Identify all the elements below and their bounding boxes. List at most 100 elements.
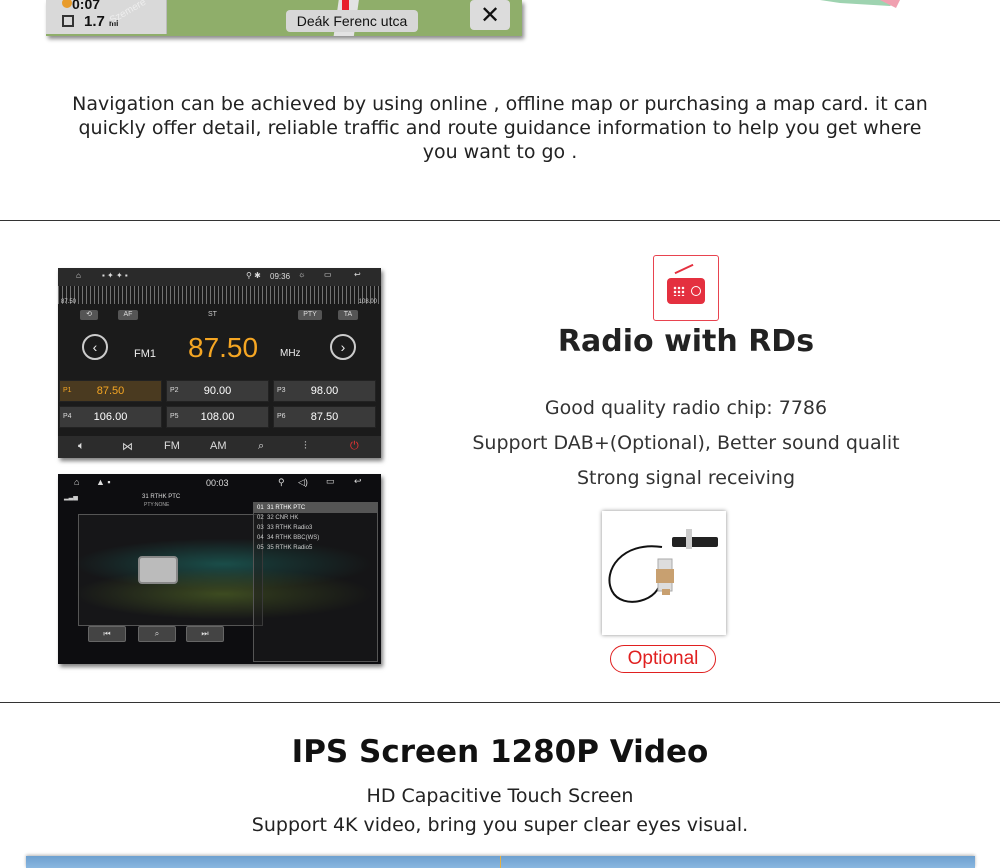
ta-button[interactable]: TA: [338, 310, 358, 320]
window-icon: ▭: [326, 476, 335, 486]
list-item[interactable]: 01 31 RTHK PTC: [254, 503, 377, 513]
seek-back-button[interactable]: ‹: [82, 334, 108, 360]
stereo-mono-icon[interactable]: ⋈: [122, 440, 133, 453]
search-button[interactable]: ⌕: [138, 626, 176, 642]
radio-app-screenshot: ⌂ ▪ ✦ ✦ ▪ ⚲ ✱ 09:36 ☼ ▭ ↩ 87.50 108.00 ⟲…: [58, 268, 381, 458]
preset-button-6[interactable]: P6 87.50: [273, 406, 376, 428]
brightness-icon: ☼: [298, 270, 306, 279]
notification-icons: ▪ ✦ ✦ ▪: [102, 271, 128, 280]
speaker-grill-icon: [673, 286, 685, 296]
seek-forward-button[interactable]: ›: [330, 334, 356, 360]
station-list: 01 31 RTHK PTC 02 32 CNR HK 03 33 RTHK R…: [253, 502, 378, 662]
mute-icon[interactable]: 🔈︎: [78, 440, 85, 453]
item-number: 03: [257, 525, 264, 531]
optional-badge: Optional: [610, 645, 716, 673]
af-button[interactable]: AF: [118, 310, 138, 320]
item-name: 34 RTHK BBC(WS): [267, 535, 320, 541]
list-item[interactable]: 04 34 RTHK BBC(WS): [254, 533, 377, 543]
status-bar: ⌂ ▲ ▪ 00:03 ⚲ ◁) ▭ ↩: [58, 474, 381, 492]
back-icon: ↩: [354, 270, 361, 279]
preset-value: 87.50: [96, 385, 125, 397]
home-icon: ⌂: [74, 477, 80, 487]
status-bar: ⌂ ▪ ✦ ✦ ▪ ⚲ ✱ 09:36 ☼ ▭ ↩: [58, 268, 381, 286]
status-time: 09:36: [270, 272, 291, 281]
nav-close-button[interactable]: ✕: [470, 0, 510, 34]
notification-icons: ▲ ▪: [96, 477, 111, 487]
ips-subtitle-1: HD Capacitive Touch Screen: [366, 785, 634, 807]
radio-feature-1: Good quality radio chip: 7786: [544, 397, 828, 419]
frequency-display: 87.50: [188, 332, 259, 363]
split-line: [500, 856, 501, 868]
radio-image: [138, 556, 178, 584]
antenna-graphic: [608, 529, 718, 603]
radio-feature-2: Support DAB+(Optional), Better sound qua…: [472, 432, 900, 454]
ips-section-title: IPS Screen 1280P Video: [291, 734, 709, 770]
volume-icon: ◁): [298, 477, 308, 487]
location-icon: ⚲ ✱: [246, 271, 261, 280]
item-name: 31 RTHK PTC: [267, 505, 306, 511]
radio-icon: [653, 255, 719, 321]
signal-icon: ▂▃▅: [64, 495, 78, 501]
dial-min: 87.50: [61, 299, 77, 305]
power-icon[interactable]: ⏻: [350, 440, 359, 453]
close-icon: ✕: [470, 0, 510, 30]
list-item[interactable]: 05 35 RTHK Radio5: [254, 543, 377, 553]
preset-value: 90.00: [203, 385, 232, 397]
home-icon: ⌂: [76, 271, 81, 280]
band-label: FM1: [134, 348, 156, 360]
flag-icon: [62, 15, 74, 27]
radio-feature-3: Strong signal receiving: [576, 467, 796, 489]
map-corner-graphic: [820, 0, 900, 8]
previous-button[interactable]: ⏮: [88, 626, 126, 642]
navigation-description: Navigation can be achieved by using onli…: [72, 93, 928, 163]
frequency-unit: MHz: [280, 348, 301, 359]
loop-button[interactable]: ⟲: [80, 310, 98, 320]
section-divider: [0, 220, 1000, 221]
radio-section-title: Radio with RDs: [557, 324, 815, 359]
dab-player-screenshot: ⌂ ▲ ▪ 00:03 ⚲ ◁) ▭ ↩ ▂▃▅ 31 RTHK PTC PTY…: [58, 474, 381, 664]
item-number: 02: [257, 515, 264, 521]
status-time: 00:03: [206, 478, 229, 488]
navigation-screenshot: 0:07 1.7 mi Szemere Deák Ferenc utca: [46, 0, 522, 36]
equalizer-icon[interactable]: ⫶: [304, 440, 307, 453]
radio-toolbar: 🔈︎ ⋈ FM AM ⌕ ⫶ ⏻: [58, 436, 381, 458]
preset-value: 87.50: [310, 411, 339, 423]
location-icon: ⚲: [278, 477, 285, 487]
item-number: 04: [257, 535, 264, 541]
back-icon: ↩: [354, 476, 362, 486]
preset-button-1[interactable]: P1 87.50: [59, 380, 162, 402]
ips-subtitle-2: Support 4K video, bring you super clear …: [251, 814, 749, 836]
section-divider: [0, 702, 1000, 703]
station-name: 31 RTHK PTC: [142, 494, 181, 500]
antenna-icon: [674, 263, 694, 275]
stereo-indicator: ST: [208, 311, 217, 318]
preset-button-5[interactable]: P5 108.00: [166, 406, 269, 428]
item-name: 35 RTHK Radio5: [267, 545, 313, 551]
item-number: 05: [257, 545, 264, 551]
radio-body-icon: [667, 278, 705, 304]
list-item[interactable]: 02 32 CNR HK: [254, 513, 377, 523]
knob-icon: [691, 286, 701, 296]
nav-eta-time: 0:07: [72, 0, 101, 12]
window-icon: ▭: [324, 270, 332, 279]
pty-button[interactable]: PTY: [298, 310, 322, 320]
preset-value: 108.00: [200, 411, 235, 423]
fm-button[interactable]: FM: [164, 440, 180, 452]
preset-value: 98.00: [310, 385, 339, 397]
search-icon[interactable]: ⌕: [258, 440, 264, 453]
dial-max: 108.00: [358, 299, 377, 305]
next-button[interactable]: ⏭: [186, 626, 224, 642]
frequency-dial[interactable]: [58, 286, 381, 304]
item-number: 01: [257, 505, 264, 511]
preset-button-2[interactable]: P2 90.00: [166, 380, 269, 402]
list-item[interactable]: 03 33 RTHK Radio3: [254, 523, 377, 533]
preset-button-3[interactable]: P3 98.00: [273, 380, 376, 402]
dab-antenna-image: [602, 511, 726, 635]
pty-label: PTY:NONE: [144, 502, 170, 508]
street-name-label: Deák Ferenc utca: [286, 10, 418, 32]
video-screenshot-preview: [26, 856, 975, 868]
item-name: 32 CNR HK: [267, 515, 299, 521]
item-name: 33 RTHK Radio3: [267, 525, 313, 531]
am-button[interactable]: AM: [210, 440, 227, 452]
preset-button-4[interactable]: P4 106.00: [59, 406, 162, 428]
